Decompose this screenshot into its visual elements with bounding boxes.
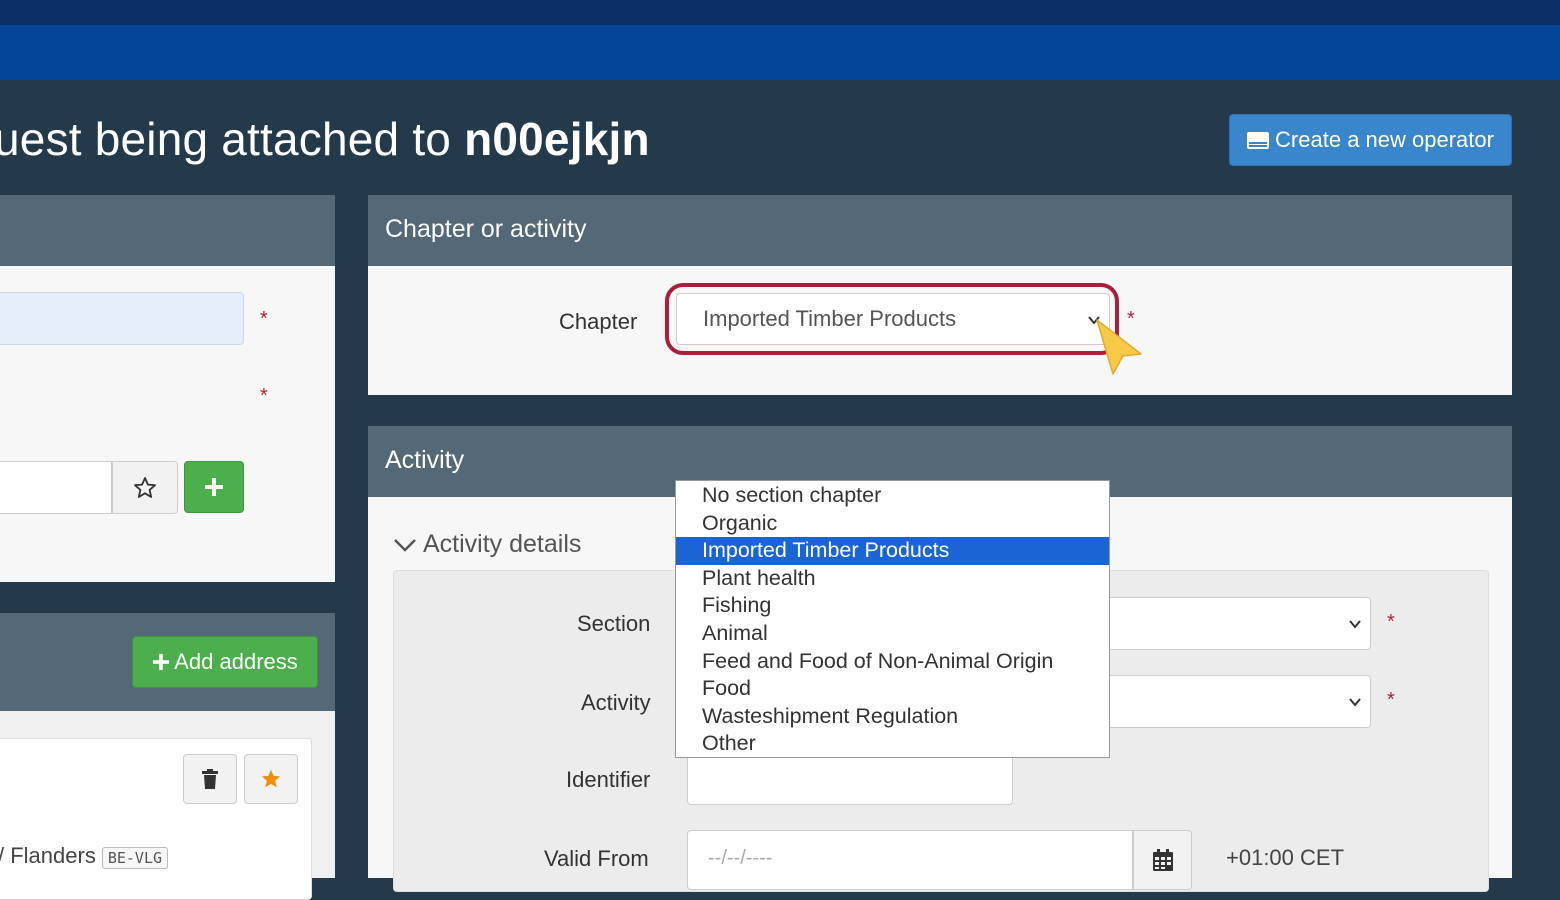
chevron-down-icon [394,538,416,552]
dropdown-option[interactable]: Organic [676,510,1109,538]
chapter-dropdown-list[interactable]: No section chapter Organic Imported Timb… [675,480,1110,758]
left-panel-header [0,195,335,266]
create-operator-button[interactable]: Create a new operator [1229,114,1512,166]
calendar-icon [1152,849,1173,871]
plus-icon [205,478,223,496]
page-title: uest being attached to n00ejkjn [0,112,650,166]
timezone-label: +01:00 CET [1226,845,1345,870]
required-marker: * [260,308,268,330]
add-address-button[interactable]: Add address [132,636,318,688]
valid-from-label: Valid From [544,846,649,871]
star-outline-icon [134,476,156,498]
region-code-badge: BE-VLG [101,847,169,869]
calendar-button[interactable] [1133,830,1192,890]
chapter-panel-header: Chapter or activity [368,195,1512,266]
chapter-panel-title: Chapter or activity [385,215,587,243]
plus-icon [153,653,170,671]
id-card-icon [1247,131,1270,149]
trash-icon [202,769,218,789]
favorite-button[interactable] [112,461,178,514]
valid-from-placeholder: --/--/---- [708,847,773,869]
dropdown-option[interactable]: Other [676,730,1109,758]
required-marker: * [1387,689,1395,711]
activity-details-toggle[interactable]: Activity details [393,530,581,559]
add-address-label: Add address [174,649,298,674]
dropdown-option[interactable]: Food [676,675,1109,703]
identifier-input[interactable] [687,752,1013,805]
identifier-label: Identifier [566,767,651,792]
section-label: Section [577,611,651,636]
left-panel-input[interactable] [0,292,244,345]
dropdown-option-selected[interactable]: Imported Timber Products [676,537,1109,565]
chevron-down-icon [1349,620,1361,629]
chevron-down-icon [1349,698,1361,707]
activity-panel-title: Activity [385,446,465,474]
chapter-select[interactable]: Imported Timber Products [676,293,1110,345]
create-operator-label: Create a new operator [1275,127,1494,152]
star-filled-icon [261,769,281,788]
page-title-text: uest being attached to [0,113,452,165]
section-select[interactable] [1110,597,1371,650]
dropdown-option[interactable]: No section chapter [676,482,1109,510]
address-region-text: / Flanders [0,843,96,868]
page-title-username: n00ejkjn [464,113,650,165]
chapter-select-value: Imported Timber Products [703,306,957,331]
add-button[interactable] [184,461,244,513]
dropdown-option[interactable]: Wasteshipment Regulation [676,703,1109,731]
top-bar [0,0,1560,25]
dropdown-option[interactable]: Fishing [676,592,1109,620]
required-marker: * [260,385,268,407]
dropdown-option[interactable]: Plant health [676,565,1109,593]
delete-address-button[interactable] [183,754,237,804]
required-marker: * [1387,611,1395,633]
primary-address-button[interactable] [244,754,298,804]
left-panel-search-input[interactable] [0,461,112,514]
activity-label: Activity [581,690,651,715]
activity-select[interactable] [1110,675,1371,728]
dropdown-option[interactable]: Feed and Food of Non-Animal Origin [676,648,1109,676]
chapter-label: Chapter [559,309,638,334]
activity-details-label: Activity details [423,530,582,558]
dropdown-option[interactable]: Animal [676,620,1109,648]
mouse-cursor-icon [1096,319,1142,375]
valid-from-input[interactable]: --/--/---- [687,830,1133,890]
navigation-bar [0,25,1560,80]
address-region: / Flanders BE-VLG [0,843,169,869]
